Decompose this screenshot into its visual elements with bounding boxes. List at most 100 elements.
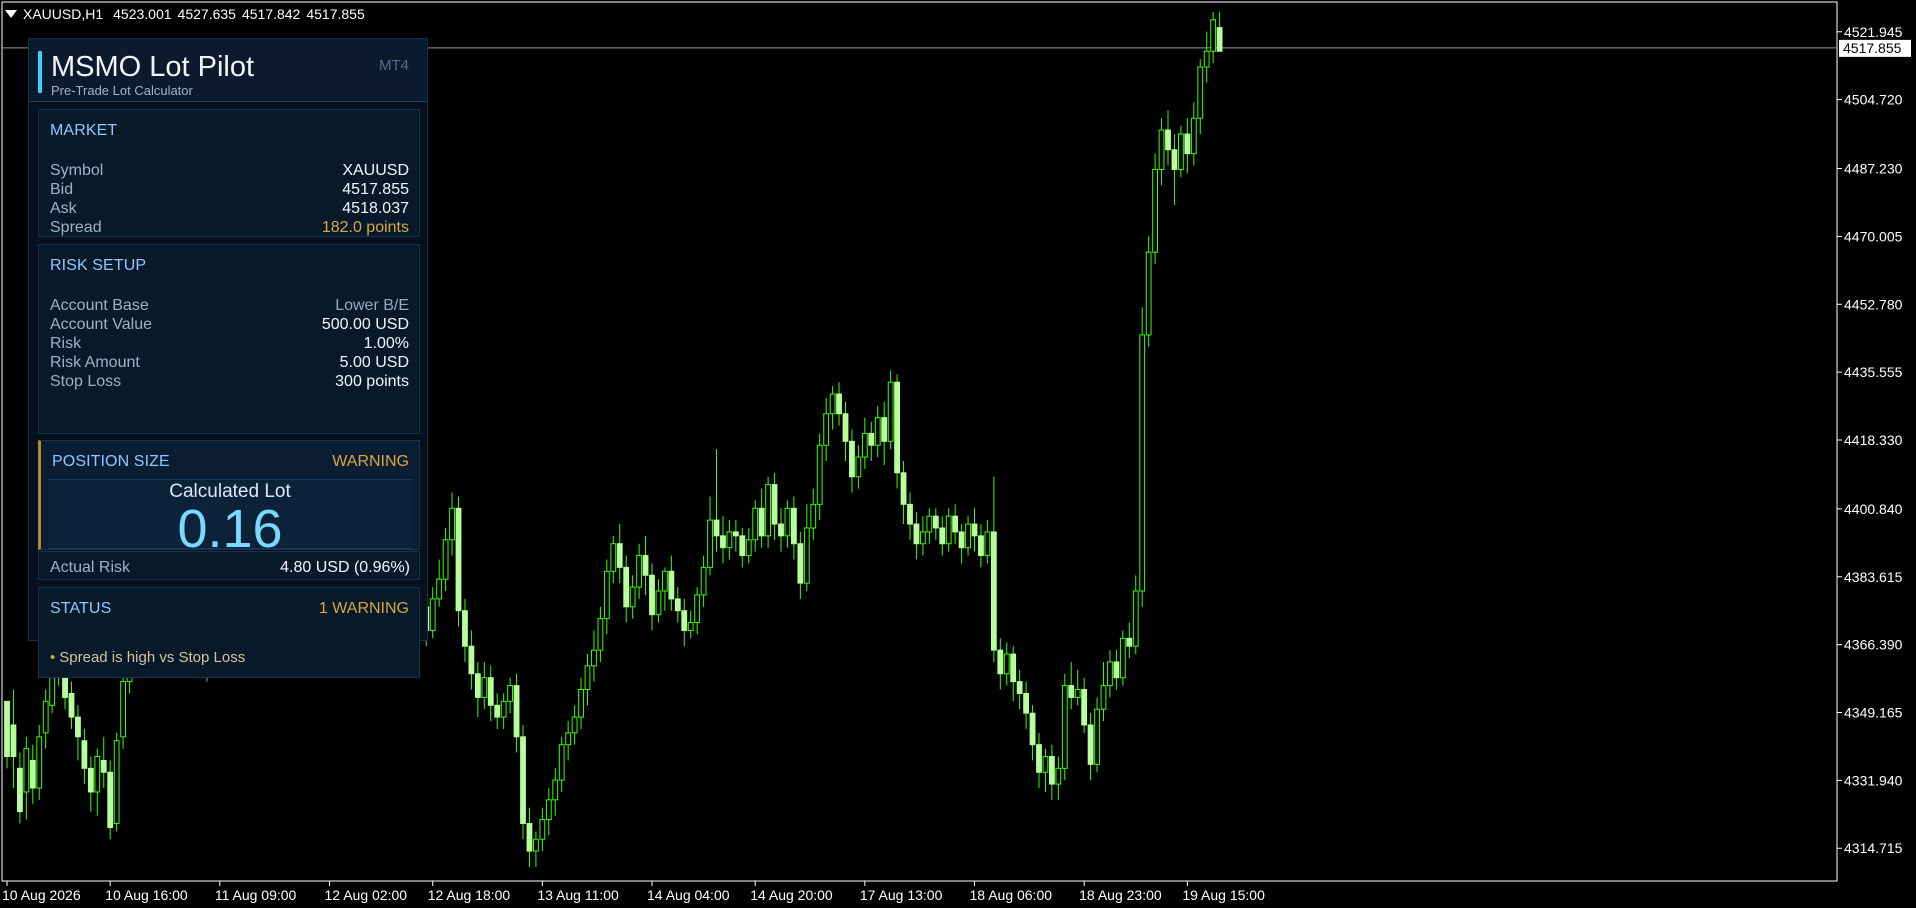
- candle-body: [887, 381, 894, 442]
- candle-body: [803, 527, 810, 584]
- candle-body: [1158, 129, 1165, 170]
- candle-body: [791, 507, 797, 545]
- candle-body: [107, 771, 114, 828]
- spread-label: Spread: [50, 219, 102, 236]
- candle-body: [1126, 637, 1133, 647]
- candle-body: [623, 566, 630, 608]
- candle-body: [1049, 755, 1055, 785]
- price-tick-label: 4504.720: [1844, 92, 1903, 108]
- candle-body: [700, 566, 707, 596]
- spread-row: Spread 182.0 points: [50, 218, 409, 237]
- candle-body: [952, 515, 959, 533]
- spread-value: 182.0 points: [321, 219, 409, 236]
- price-tick-label: 4314.715: [1844, 840, 1903, 856]
- candle-body: [29, 759, 36, 789]
- candle-body: [784, 507, 791, 537]
- time-tick-label: 10 Aug 2026: [2, 887, 81, 903]
- ask-label: Ask: [50, 200, 77, 217]
- price-tick-label: 4418.330: [1844, 432, 1903, 448]
- candle-body: [1171, 149, 1178, 170]
- symbol-row: Symbol XAUUSD: [50, 161, 409, 180]
- price-tick-label: 4383.615: [1844, 569, 1903, 585]
- candle-body: [1165, 129, 1171, 151]
- candle-body: [849, 440, 855, 478]
- candle-body: [1023, 692, 1030, 714]
- market-title: MARKET: [50, 122, 118, 139]
- market-section: MARKET Symbol XAUUSD Bid 4517.855 Ask 45…: [38, 109, 420, 237]
- candle-body: [681, 610, 688, 631]
- candle-body: [945, 515, 952, 545]
- status-summary: 1 WARNING: [318, 600, 409, 617]
- risk-value: 1.00%: [363, 335, 409, 352]
- price-tick-label: 4349.165: [1844, 705, 1903, 721]
- candle-body: [507, 685, 514, 702]
- risk-setup-title: RISK SETUP: [50, 257, 147, 274]
- candle-body: [726, 531, 733, 549]
- candle-body: [87, 767, 94, 793]
- chart-header[interactable]: XAUUSD,H1 4523.001 4527.635 4517.842 451…: [5, 4, 371, 24]
- symbol-label: Symbol: [50, 162, 104, 179]
- candle-body: [75, 716, 81, 738]
- bid-label: Bid: [50, 181, 74, 198]
- msmo-lot-pilot-panel[interactable]: MSMO Lot Pilot Pre-Trade Lot Calculator …: [28, 38, 428, 678]
- account-base-label: Account Base: [50, 297, 149, 314]
- candle-body: [771, 484, 778, 525]
- symbol-value: XAUUSD: [342, 162, 409, 179]
- stop-loss-value: 300 points: [335, 373, 409, 390]
- candle-body: [1119, 637, 1126, 679]
- time-tick-label: 18 Aug 23:00: [1079, 887, 1162, 903]
- panel-header[interactable]: MSMO Lot Pilot Pre-Trade Lot Calculator …: [29, 39, 427, 102]
- stop-loss-row: Stop Loss 300 points: [50, 372, 409, 391]
- time-tick-label: 17 Aug 13:00: [860, 887, 943, 903]
- candle-body: [578, 689, 584, 718]
- quote-close: 4517.855: [306, 6, 365, 22]
- candle-body: [1203, 50, 1210, 68]
- status-message-text: Spread is high vs Stop Loss: [59, 649, 246, 666]
- candle-body: [642, 555, 649, 576]
- candle-body: [636, 555, 643, 588]
- candle-body: [584, 665, 591, 691]
- time-tick-label: 11 Aug 09:00: [215, 887, 297, 903]
- candle-body: [797, 543, 804, 584]
- quote-open: 4523.001: [113, 6, 172, 22]
- status-section: STATUS 1 WARNING • Spread is high vs Stop…: [38, 587, 420, 678]
- actual-risk-row: Actual Risk 4.80 USD (0.96%): [50, 559, 410, 577]
- candle-body: [17, 767, 23, 813]
- candle-body: [874, 417, 881, 446]
- candle-body: [616, 543, 623, 568]
- candle-body: [591, 649, 597, 667]
- risk-amount-label: Risk Amount: [50, 354, 140, 371]
- candle-body: [881, 417, 888, 442]
- candle-body: [120, 681, 126, 738]
- candle-body: [739, 535, 746, 557]
- chart-menu-triangle-icon[interactable]: [5, 10, 17, 18]
- risk-row: Risk 1.00%: [50, 334, 409, 353]
- candle-body: [1055, 767, 1062, 785]
- panel-title: MSMO Lot Pilot: [51, 51, 255, 83]
- candle-body: [113, 740, 120, 824]
- candle-body: [829, 393, 836, 415]
- candle-body: [1178, 133, 1184, 170]
- time-tick-label: 12 Aug 02:00: [325, 887, 408, 903]
- mt4-chart-window[interactable]: 4521.945 4504.720 4487.230 4470.005 4452.780…: [0, 0, 1916, 908]
- candle-body: [907, 503, 913, 525]
- account-base-row: Account Base Lower B/E: [50, 296, 409, 315]
- candle-body: [23, 748, 30, 793]
- candle-body: [1068, 685, 1075, 698]
- candle-body: [674, 598, 681, 612]
- candle-body: [836, 393, 842, 415]
- price-tick-label: 4487.230: [1844, 161, 1903, 177]
- risk-label: Risk: [50, 335, 82, 352]
- candle-body: [42, 700, 49, 734]
- candle-body: [500, 700, 507, 718]
- time-tick-label: 13 Aug 11:00: [537, 887, 619, 903]
- candle-body: [868, 432, 875, 446]
- candle-body: [533, 838, 539, 852]
- quote-high: 4527.635: [177, 6, 236, 22]
- candle-body: [1074, 689, 1081, 698]
- candle-body: [745, 539, 752, 557]
- candle-body: [494, 704, 501, 718]
- actual-risk-section: Actual Risk 4.80 USD (0.96%): [38, 551, 420, 580]
- candle-body: [565, 732, 572, 746]
- candle-body: [926, 515, 933, 533]
